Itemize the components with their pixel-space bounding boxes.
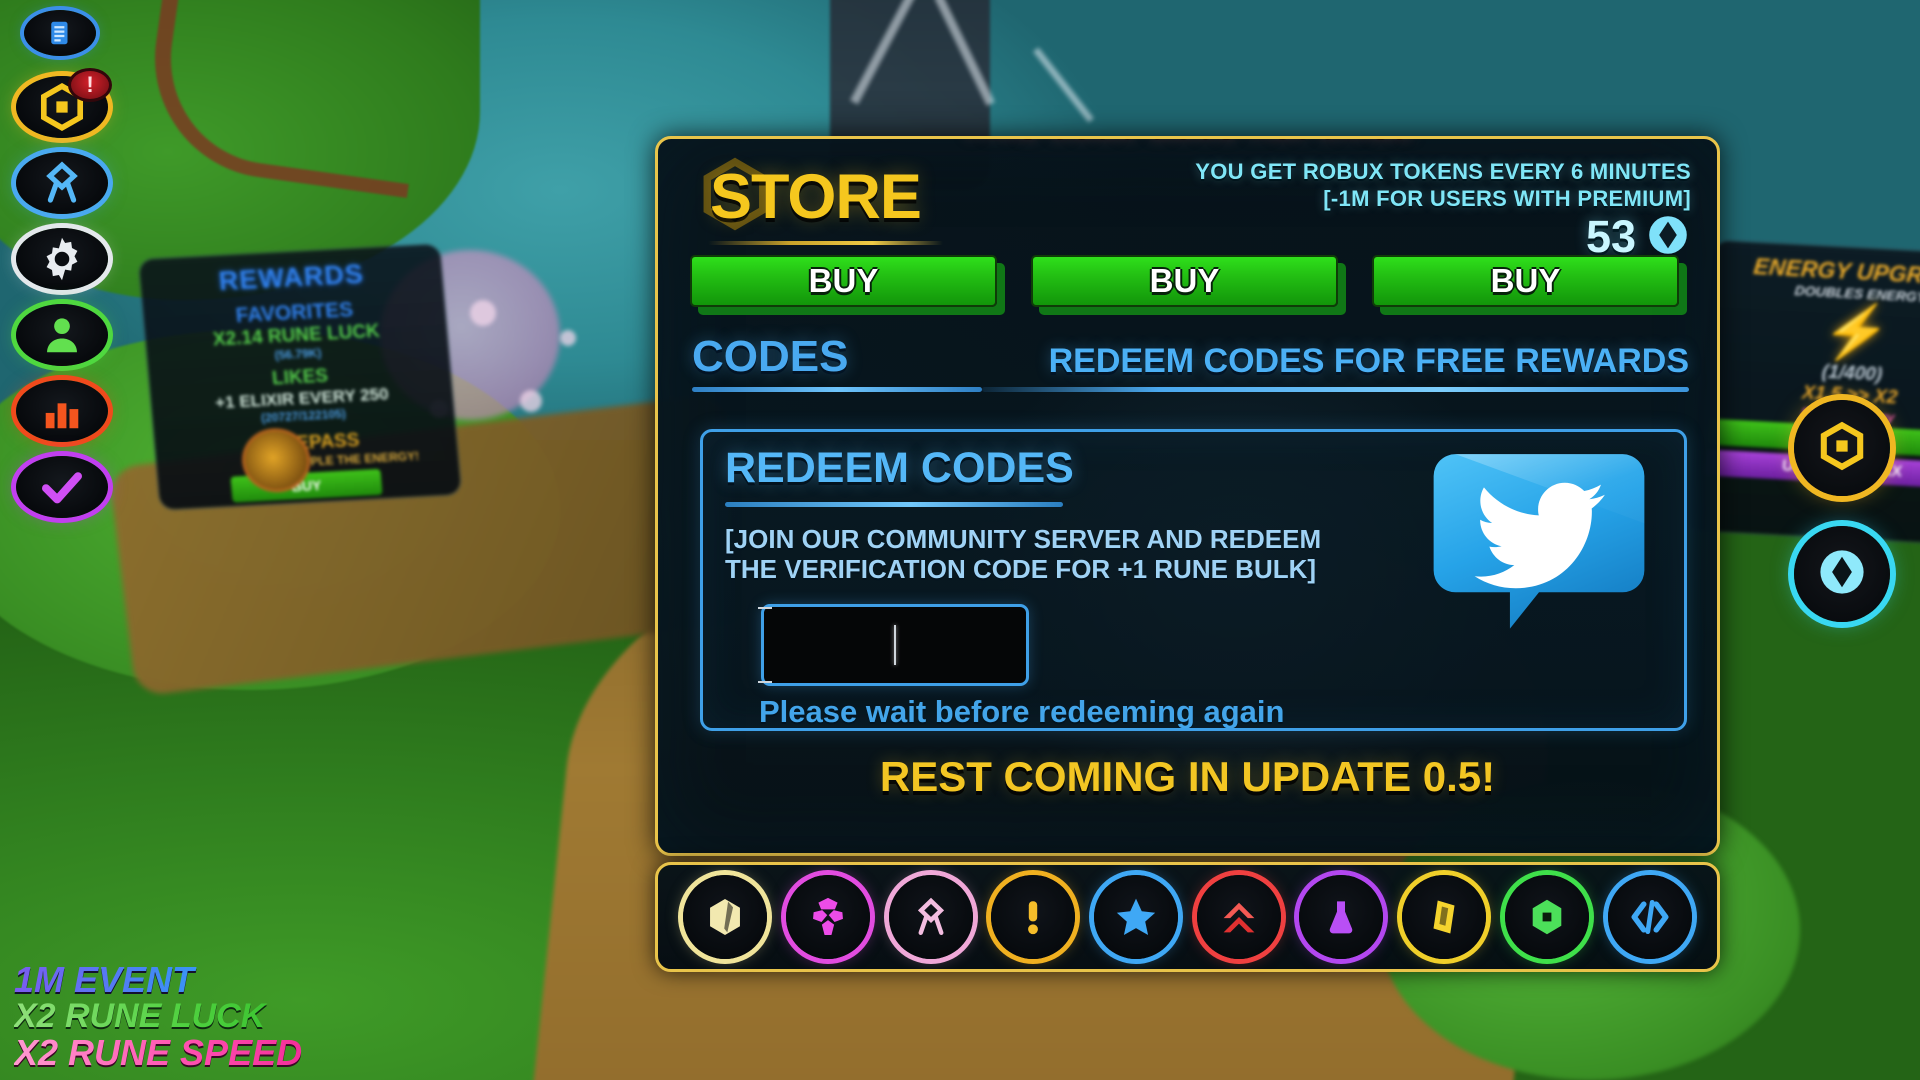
tickets-tab[interactable] [1402, 875, 1487, 959]
event-line-luck: X2 RUNE LUCK [14, 998, 302, 1035]
world-rewards-panel: REWARDS FAVORITES X2.14 RUNE LUCK (56.79… [139, 244, 461, 510]
store-title-wrap: STORE [692, 155, 952, 245]
potion-flask-icon [1321, 895, 1361, 939]
buy-button-2[interactable]: BUY [1031, 255, 1338, 307]
buy-button-row: BUY BUY BUY [690, 255, 1689, 311]
alert-badge: ! [68, 68, 112, 102]
buy-button-3-label: BUY [1490, 262, 1561, 299]
event-overlay: 1M EVENT X2 RUNE LUCK X2 RUNE SPEED [14, 960, 303, 1074]
scroll-list-icon [45, 18, 75, 48]
twitter-bird-icon[interactable] [1430, 450, 1648, 640]
text-caret [894, 625, 896, 665]
left-sidebar: ! [16, 10, 126, 532]
redeem-codes-title: REDEEM CODES [725, 444, 1074, 492]
codes-section-subtitle: REDEEM CODES FOR FREE REWARDS [1048, 342, 1689, 380]
gear-icon [37, 234, 87, 284]
sidebar-stats[interactable] [16, 380, 108, 442]
robux-hexagon-icon [1816, 420, 1868, 477]
right-button-stack [1794, 400, 1890, 652]
codes-title-wrap: CODES [692, 335, 982, 392]
potions-tab[interactable] [1299, 875, 1384, 959]
premium-info: YOU GET ROBUX TOKENS EVERY 6 MINUTES [-1… [1195, 159, 1691, 213]
codes-section-header: CODES REDEEM CODES FOR FREE REWARDS [692, 335, 1689, 392]
ticket-icon [1423, 895, 1465, 939]
mushroom-spot [520, 390, 542, 412]
person-icon [39, 312, 85, 358]
buy-slot: BUY [690, 255, 1007, 311]
buy-button-1-label: BUY [808, 262, 879, 299]
store-window: This code does not exist. STORE YOU GET … [655, 136, 1720, 856]
rune-symbol-icon [38, 159, 86, 207]
rune-symbol-icon [909, 895, 953, 939]
redeem-codes-card: REDEEM CODES [JOIN OUR COMMUNITY SERVER … [700, 429, 1687, 731]
title-underline [708, 241, 943, 245]
codes-subtitle-wrap: REDEEM CODES FOR FREE REWARDS [982, 344, 1689, 392]
sidebar-completed[interactable] [16, 456, 108, 518]
exclamation-icon [1012, 896, 1054, 938]
error-message: This code does not exist. [658, 139, 1717, 146]
event-line-speed: X2 RUNE SPEED [14, 1032, 303, 1074]
mushroom-spot [560, 330, 576, 346]
premium-line-2: [-1M FOR USERS WITH PREMIUM] [1323, 185, 1691, 211]
store-header: This code does not exist. STORE YOU GET … [658, 139, 1717, 262]
inventory-tab[interactable] [786, 875, 871, 959]
codes-section-title: CODES [692, 332, 849, 381]
sidebar-settings[interactable] [16, 228, 108, 290]
event-title: 1M EVENT [14, 960, 302, 999]
buy-button-2-label: BUY [1149, 262, 1220, 299]
codes-tab[interactable] [1607, 875, 1692, 959]
codes-title-rule [692, 387, 982, 392]
store-scrollbar[interactable] [1699, 159, 1711, 819]
page-title: STORE [710, 162, 922, 232]
buy-button-3[interactable]: BUY [1372, 255, 1679, 307]
checkmark-icon [38, 463, 86, 511]
favorites-tab[interactable] [1094, 875, 1179, 959]
sidebar-profile[interactable] [16, 304, 108, 366]
redeem-description: [JOIN OUR COMMUNITY SERVER AND REDEEM TH… [725, 524, 1322, 585]
upgrades-tab[interactable] [1196, 875, 1281, 959]
rune-hexagon-tab[interactable] [683, 875, 768, 959]
runes-tab[interactable] [888, 875, 973, 959]
bar-chart-icon [39, 388, 85, 434]
robux-hexagon-icon [1525, 895, 1569, 939]
premium-line-1: YOU GET ROBUX TOKENS EVERY 6 MINUTES [1195, 159, 1691, 184]
gems-shop-button[interactable] [1794, 526, 1890, 622]
buy-slot: BUY [1372, 255, 1689, 311]
buy-slot: BUY [1031, 255, 1348, 311]
code-brackets-icon [1628, 895, 1672, 939]
code-input[interactable] [761, 604, 1029, 686]
sidebar-runes[interactable] [16, 152, 108, 214]
sidebar-notes[interactable] [24, 10, 96, 56]
sidebar-robux[interactable]: ! [16, 68, 112, 138]
redeem-status-message: Please wait before redeeming again [759, 694, 1285, 729]
codes-subtitle-rule [982, 387, 1689, 392]
double-chevron-up-icon [1217, 895, 1261, 939]
star-icon [1113, 894, 1159, 940]
buy-button-1[interactable]: BUY [690, 255, 997, 307]
mushroom-spot [470, 300, 496, 326]
gem-diamond-icon [1815, 545, 1869, 604]
lightning-bolt-icon: ⚡ [1819, 300, 1894, 364]
gems-cluster-icon [805, 894, 851, 940]
hexagon-rune-icon [702, 894, 748, 940]
robux-shop-tab[interactable] [1504, 875, 1589, 959]
redeem-title-underline [725, 502, 1063, 507]
rewards-title: REWARDS [217, 258, 366, 297]
bottom-tab-bar [655, 862, 1720, 972]
update-note: REST COMING IN UPDATE 0.5! [879, 753, 1496, 800]
quests-tab[interactable] [991, 875, 1076, 959]
robux-shop-button[interactable] [1794, 400, 1890, 496]
